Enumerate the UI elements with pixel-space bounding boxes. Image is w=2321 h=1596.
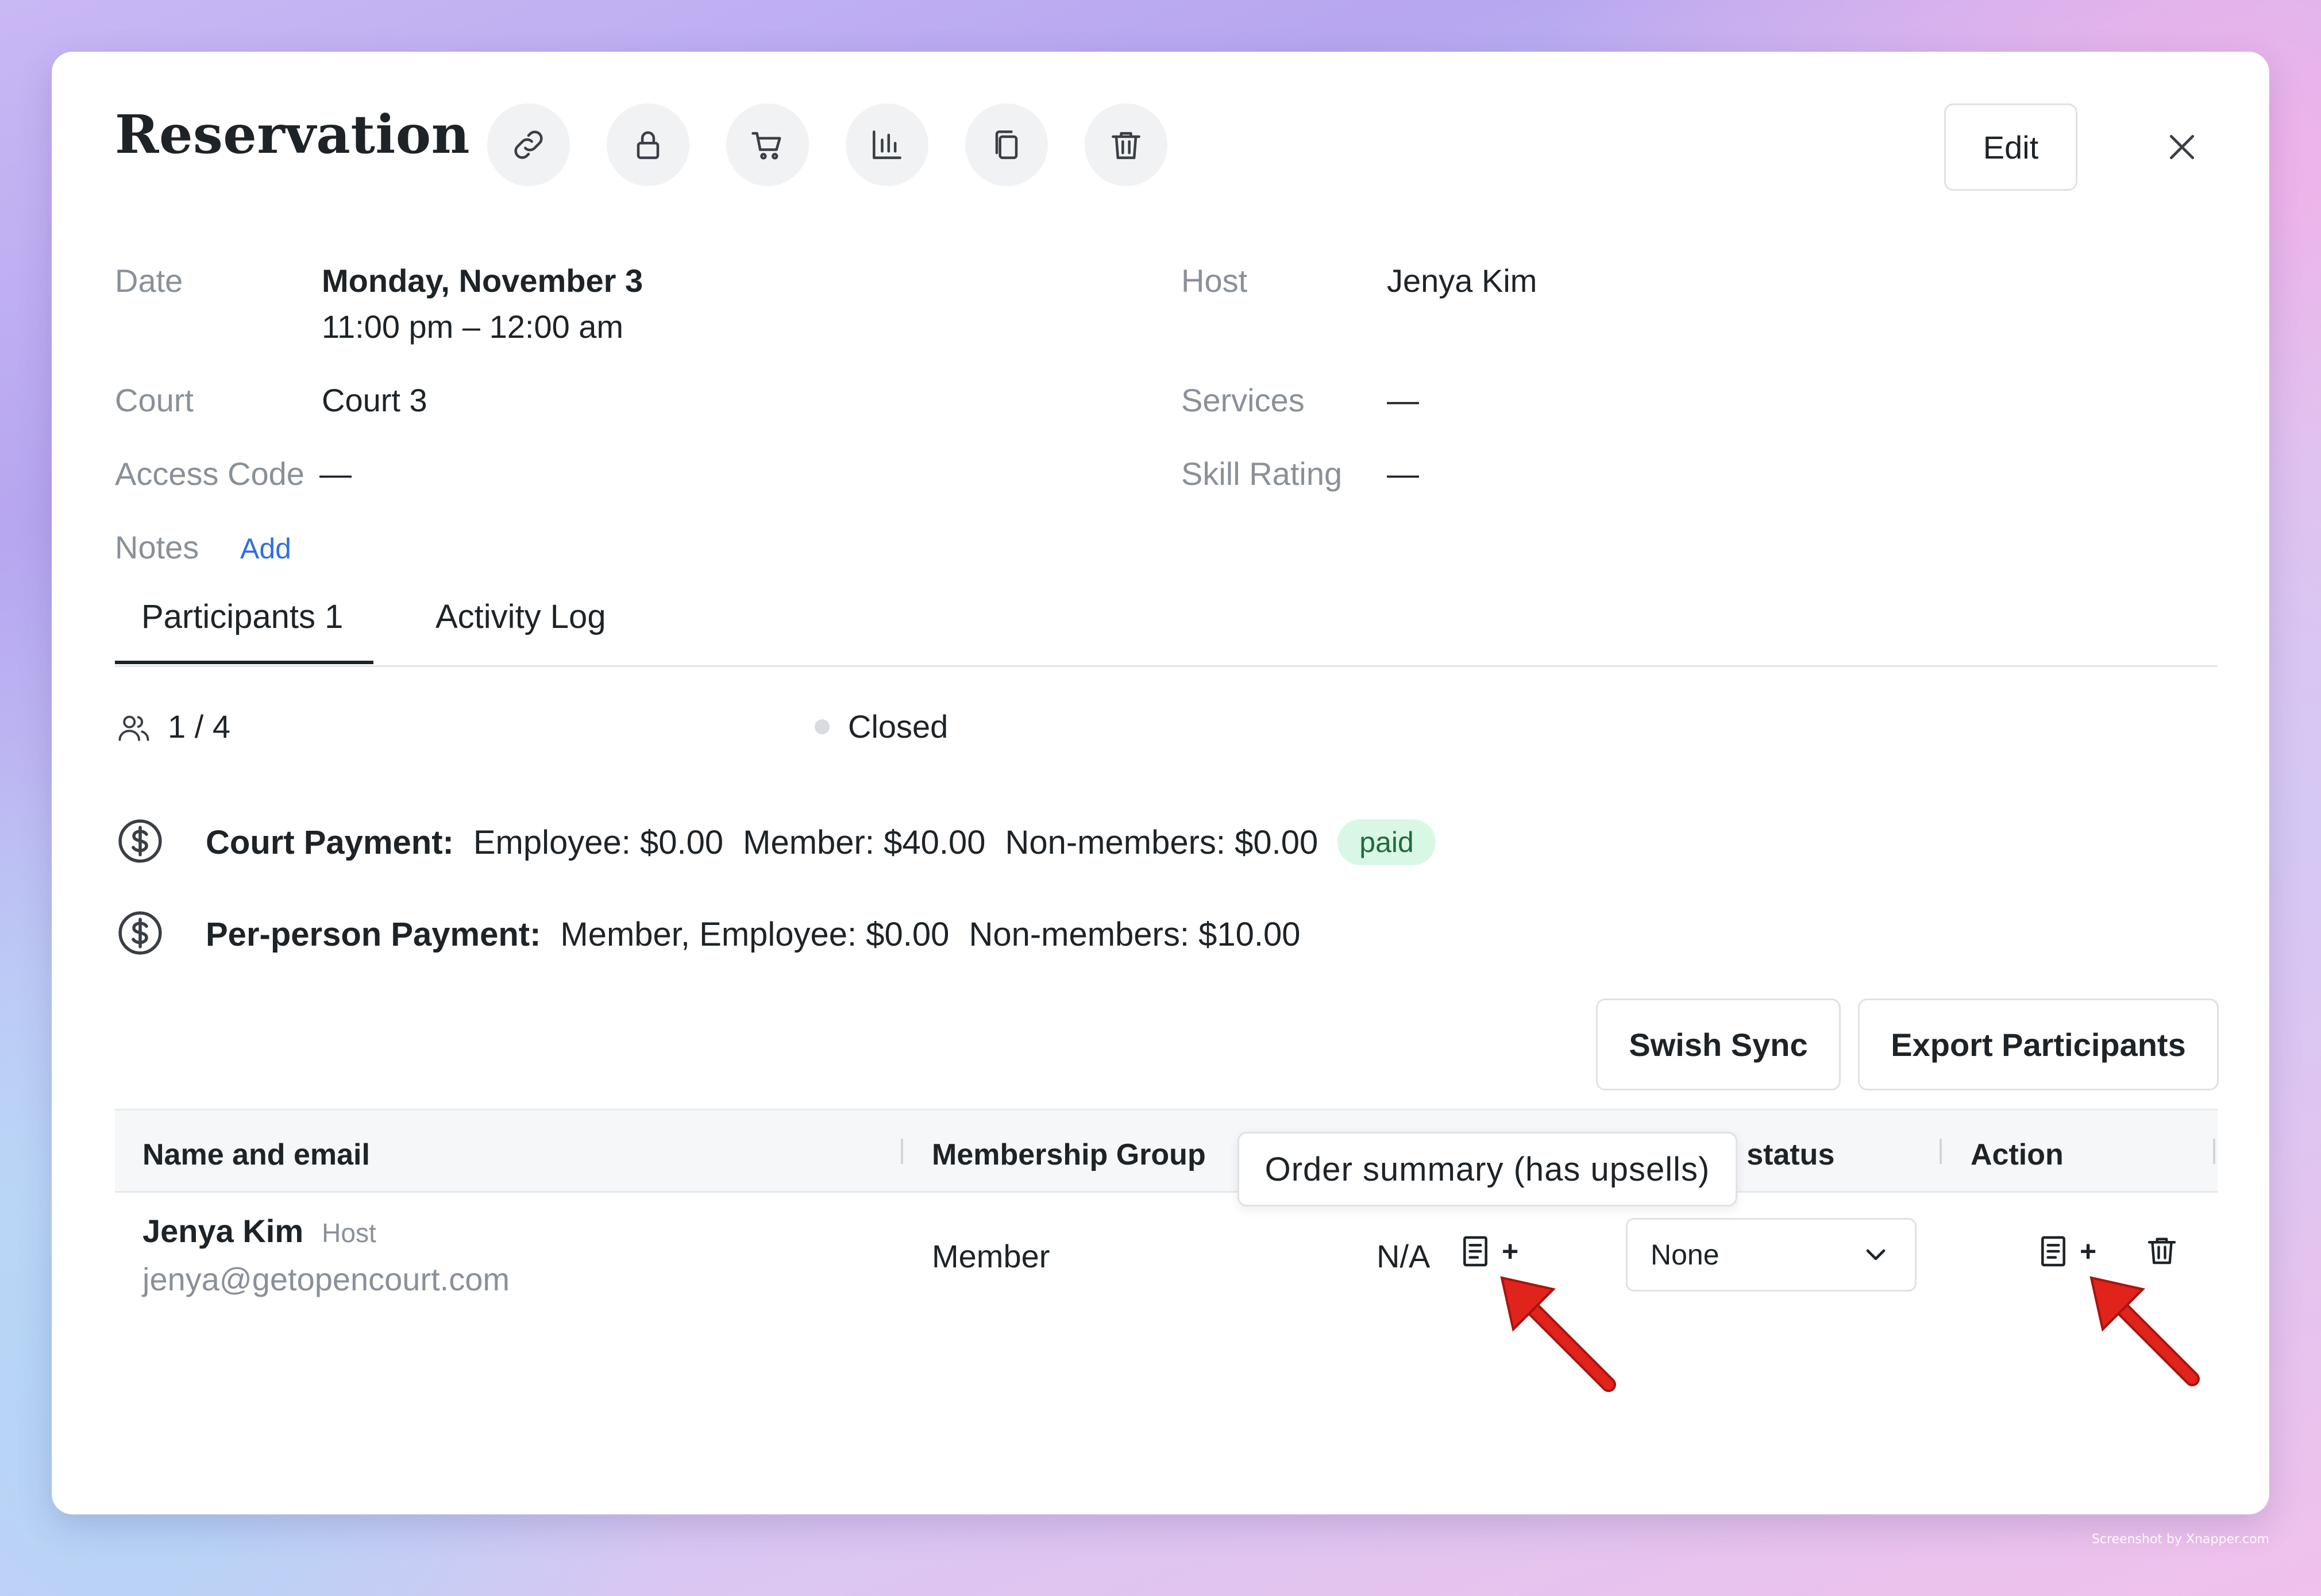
participant-name[interactable]: Jenya Kim xyxy=(142,1212,303,1250)
membership-value: Member xyxy=(932,1238,1050,1274)
dollar-icon xyxy=(115,816,165,869)
column-separator xyxy=(1940,1139,1942,1164)
reservation-status: Closed xyxy=(848,708,949,745)
participants-icon xyxy=(116,710,152,749)
status-select-value: None xyxy=(1651,1239,1719,1271)
per-person-payment-row: Per-person Payment: Member, Employee: $0… xyxy=(206,911,1301,957)
access-code-label: Access Code xyxy=(115,456,304,492)
court-value: Court 3 xyxy=(322,382,427,418)
column-action: Action xyxy=(1971,1138,2064,1171)
receipt-icon xyxy=(1463,1236,1487,1267)
cart-button[interactable] xyxy=(726,103,809,186)
participant-role: Host xyxy=(322,1218,376,1248)
edit-button[interactable]: Edit xyxy=(1944,103,2077,191)
date-label: Date xyxy=(115,263,183,299)
column-separator xyxy=(901,1139,903,1164)
lock-button[interactable] xyxy=(607,103,689,186)
skill-rating-value: — xyxy=(1387,456,1419,492)
court-payment-member: Member: $40.00 xyxy=(743,823,986,861)
per-person-payment-member: Member, Employee: $0.00 xyxy=(560,915,950,953)
close-icon xyxy=(2169,134,2195,160)
notes-label: Notes xyxy=(115,529,199,565)
plus-icon: + xyxy=(1502,1235,1519,1267)
access-code-value: — xyxy=(319,456,352,492)
time-value: 11:00 pm – 12:00 am xyxy=(322,309,624,345)
tabs-divider xyxy=(115,665,2218,667)
chart-icon xyxy=(873,130,901,159)
court-payment-label: Court Payment: xyxy=(206,823,454,861)
action-order-summary-button[interactable]: + xyxy=(2035,1231,2096,1272)
watermark: Screenshot by Xnapper.com xyxy=(2091,1532,2269,1547)
participant-name-row: Jenya Kim Host xyxy=(142,1212,376,1250)
order-summary-button[interactable]: + xyxy=(1457,1231,1518,1272)
link-icon xyxy=(514,130,543,159)
court-payment-row: Court Payment: Employee: $0.00 Member: $… xyxy=(206,819,1436,865)
cart-icon xyxy=(751,132,781,160)
lock-icon xyxy=(637,131,660,159)
paid-badge: paid xyxy=(1337,819,1436,865)
annotation-arrow xyxy=(2089,1276,2200,1386)
delete-reservation-button[interactable] xyxy=(1085,103,1167,186)
annotation-arrow xyxy=(1500,1276,1616,1392)
host-label: Host xyxy=(1181,263,1248,299)
host-value: Jenya Kim xyxy=(1387,263,1537,299)
tab-activity-log[interactable]: Activity Log xyxy=(435,597,606,636)
export-participants-button[interactable]: Export Participants xyxy=(1858,999,2219,1090)
skill-rating-label: Skill Rating xyxy=(1181,456,1343,492)
plus-icon: + xyxy=(2080,1235,2097,1267)
trash-icon xyxy=(2147,1238,2176,1265)
status-select[interactable]: None xyxy=(1626,1218,1917,1292)
tab-participants[interactable]: Participants 1 xyxy=(141,597,343,636)
add-notes-link[interactable]: Add xyxy=(240,532,291,565)
court-payment-nonmember: Non-members: $0.00 xyxy=(1005,823,1318,861)
stats-button[interactable] xyxy=(846,103,928,186)
swish-sync-button[interactable]: Swish Sync xyxy=(1596,999,1841,1090)
active-tab-indicator xyxy=(115,661,373,664)
chevron-down-icon xyxy=(1866,1249,1886,1260)
copy-icon xyxy=(995,130,1018,159)
column-membership: Membership Group xyxy=(932,1138,1206,1171)
modal-title: Reservation xyxy=(115,103,471,165)
copy-link-button[interactable] xyxy=(487,103,570,186)
column-separator xyxy=(2213,1139,2215,1164)
remove-participant-button[interactable] xyxy=(2143,1229,2181,1274)
court-payment-employee: Employee: $0.00 xyxy=(473,823,724,861)
per-person-payment-label: Per-person Payment: xyxy=(206,915,541,953)
date-value: Monday, November 3 xyxy=(322,263,643,299)
trash-icon xyxy=(1112,132,1140,159)
per-person-payment-nonmember: Non-members: $10.00 xyxy=(969,915,1301,953)
participant-email: jenya@getopencourt.com xyxy=(142,1261,510,1297)
payment-value: N/A xyxy=(1377,1238,1431,1274)
status-dot xyxy=(815,719,830,734)
dollar-icon xyxy=(115,908,165,961)
receipt-icon xyxy=(2041,1236,2065,1267)
column-name-email: Name and email xyxy=(142,1138,370,1171)
participant-count: 1 / 4 xyxy=(168,708,230,745)
services-label: Services xyxy=(1181,382,1305,418)
duplicate-button[interactable] xyxy=(965,103,1048,186)
close-button[interactable] xyxy=(2154,119,2210,175)
reservation-modal: Reservation Edit Date Monday, November 3… xyxy=(52,52,2269,1514)
services-value: — xyxy=(1387,382,1419,418)
court-label: Court xyxy=(115,382,194,418)
